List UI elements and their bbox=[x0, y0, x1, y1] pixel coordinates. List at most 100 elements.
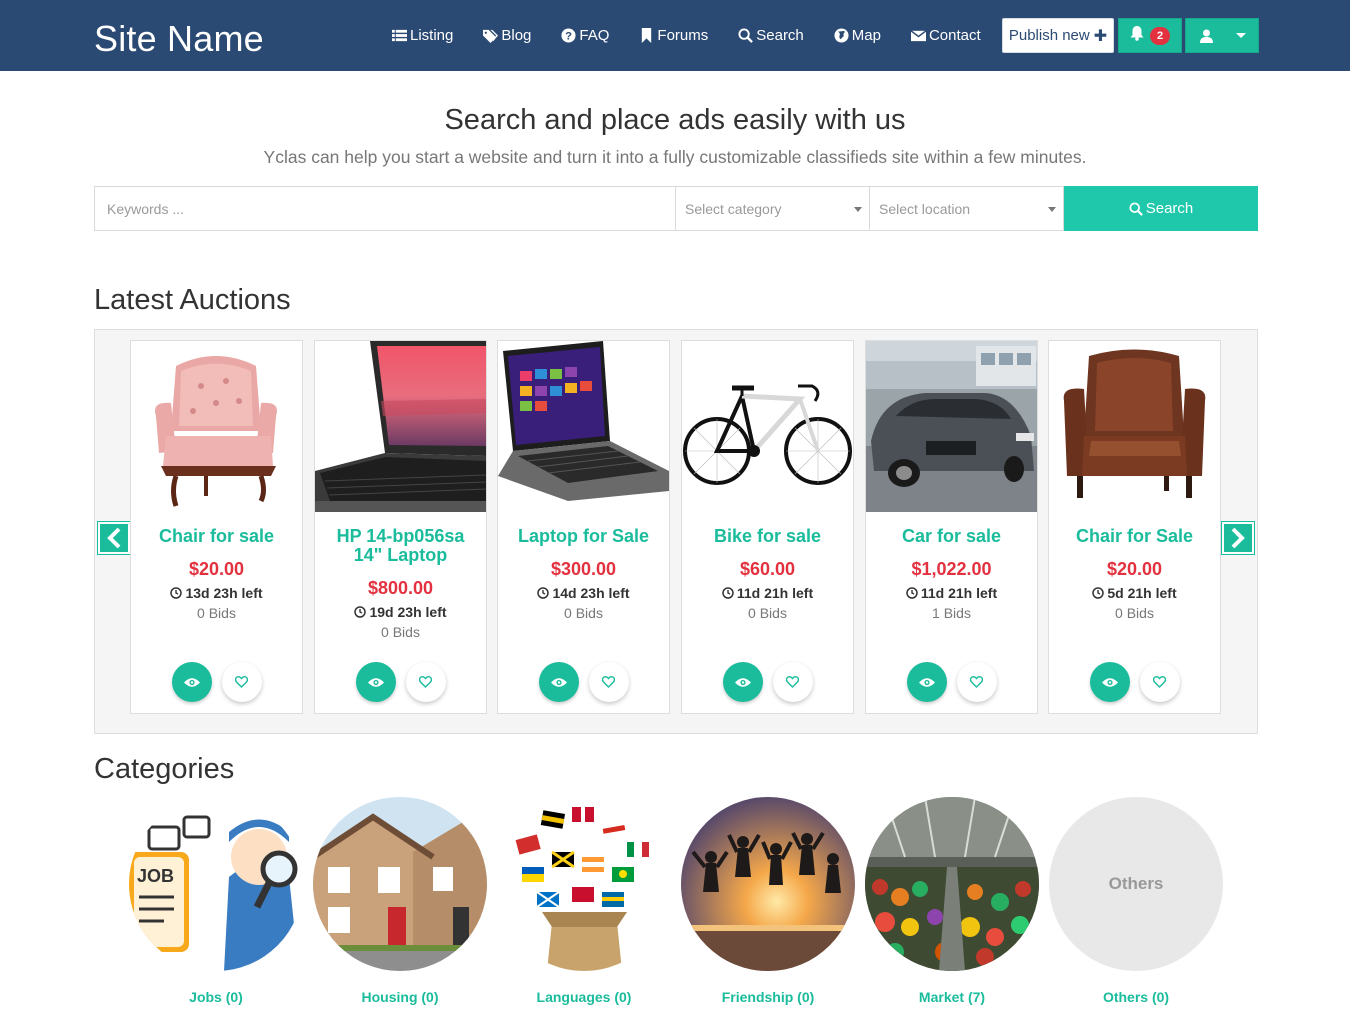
nav-link-listing[interactable]: Listing bbox=[392, 25, 453, 45]
chevron-right-icon bbox=[1229, 527, 1247, 549]
carousel-prev-button[interactable] bbox=[97, 521, 131, 555]
publish-label: Publish new bbox=[1008, 27, 1090, 44]
bids-count: 0 Bids bbox=[1115, 605, 1154, 621]
nav-link-blog[interactable]: Blog bbox=[483, 25, 531, 45]
view-button[interactable] bbox=[538, 662, 579, 702]
favorite-button[interactable] bbox=[405, 662, 446, 702]
category-image[interactable]: JOB bbox=[129, 797, 303, 971]
auction-price: $20.00 bbox=[1106, 559, 1163, 579]
search-button[interactable]: Search bbox=[1064, 186, 1258, 231]
auction-title[interactable]: Bike for sale bbox=[682, 527, 853, 546]
favorite-button[interactable] bbox=[956, 662, 997, 702]
user-icon bbox=[1186, 29, 1226, 43]
favorite-button[interactable] bbox=[221, 662, 262, 702]
nav-link-faq[interactable]: ? FAQ bbox=[561, 25, 609, 45]
auction-card: Bike for sale $60.00 11d 21h left 0 Bids bbox=[681, 340, 854, 714]
chevron-left-icon bbox=[105, 527, 123, 549]
category-languages[interactable]: Languages (0) bbox=[497, 797, 671, 1005]
time-left: 19d 23h left bbox=[315, 604, 486, 620]
category-image[interactable] bbox=[865, 797, 1039, 971]
user-menu-button[interactable] bbox=[1185, 18, 1259, 53]
category-label[interactable]: Market (7) bbox=[865, 989, 1039, 1005]
auction-image[interactable] bbox=[1049, 341, 1220, 512]
nav-link-forums[interactable]: Forums bbox=[639, 25, 708, 45]
envelope-icon bbox=[910, 28, 926, 43]
category-image[interactable] bbox=[497, 797, 671, 971]
clock-icon bbox=[1092, 587, 1105, 599]
auction-title[interactable]: Chair for Sale bbox=[1049, 527, 1220, 546]
auction-image[interactable] bbox=[315, 341, 486, 512]
view-button[interactable] bbox=[906, 662, 947, 702]
auction-image[interactable] bbox=[131, 341, 302, 512]
keywords-input[interactable]: Keywords ... bbox=[94, 186, 676, 231]
site-brand[interactable]: Site Name bbox=[94, 18, 264, 60]
category-placeholder-image[interactable]: Others bbox=[1049, 797, 1223, 971]
bookmark-icon bbox=[639, 27, 654, 43]
view-button[interactable] bbox=[722, 662, 763, 702]
heart-icon bbox=[419, 676, 432, 688]
clock-icon bbox=[906, 587, 918, 599]
card-actions bbox=[315, 662, 486, 702]
category-market[interactable]: Market (7) bbox=[865, 797, 1039, 1005]
card-actions bbox=[682, 662, 853, 702]
auction-card: Laptop for Sale $300.00 14d 23h left 0 B… bbox=[497, 340, 670, 714]
location-select[interactable]: Select location bbox=[870, 186, 1064, 231]
favorite-button[interactable] bbox=[588, 662, 629, 702]
eye-icon bbox=[367, 677, 384, 688]
heart-icon bbox=[970, 676, 983, 688]
placeholder-text: Others bbox=[1108, 874, 1164, 893]
auction-image[interactable] bbox=[498, 341, 669, 512]
favorite-button[interactable] bbox=[772, 662, 813, 702]
auction-price: $20.00 bbox=[188, 559, 245, 579]
clock-icon bbox=[170, 587, 183, 599]
auction-price: $800.00 bbox=[367, 578, 434, 598]
category-friendship[interactable]: Friendship (0) bbox=[681, 797, 855, 1005]
heart-icon bbox=[786, 676, 799, 688]
search-button-label: Search bbox=[1145, 200, 1194, 217]
card-actions bbox=[1049, 662, 1220, 702]
auction-image[interactable] bbox=[866, 341, 1037, 512]
search-icon bbox=[1129, 201, 1143, 216]
nav-link-search[interactable]: Search bbox=[738, 25, 804, 45]
publish-new-button[interactable]: Publish new ✚ bbox=[1002, 18, 1114, 53]
plus-icon: ✚ bbox=[1093, 27, 1108, 45]
bids-count: 0 Bids bbox=[748, 605, 787, 621]
view-button[interactable] bbox=[355, 662, 396, 702]
time-left: 5d 21h left bbox=[1049, 585, 1220, 601]
bids-count: 0 Bids bbox=[564, 605, 603, 621]
auction-title[interactable]: HP 14-bp056sa 14" Laptop bbox=[315, 527, 486, 565]
category-image[interactable] bbox=[681, 797, 855, 971]
notifications-button[interactable]: 2 bbox=[1118, 18, 1182, 53]
category-label[interactable]: Languages (0) bbox=[497, 989, 671, 1005]
auction-title[interactable]: Laptop for Sale bbox=[498, 527, 669, 546]
category-select[interactable]: Select category bbox=[676, 186, 870, 231]
category-housing[interactable]: Housing (0) bbox=[313, 797, 487, 1005]
view-button[interactable] bbox=[171, 662, 212, 702]
category-label[interactable]: Friendship (0) bbox=[681, 989, 855, 1005]
caret-down-icon bbox=[854, 207, 862, 212]
auction-card: Car for sale $1,022.00 11d 21h left 1 Bi… bbox=[865, 340, 1038, 714]
time-left-text: 5d 21h left bbox=[1107, 585, 1177, 601]
categories-heading: Categories bbox=[94, 753, 235, 785]
time-left-text: 14d 23h left bbox=[552, 585, 630, 601]
category-others[interactable]: Others Others (0) bbox=[1049, 797, 1223, 1005]
globe-icon bbox=[834, 27, 849, 43]
nav-link-map[interactable]: Map bbox=[834, 25, 881, 45]
category-label[interactable]: Others (0) bbox=[1049, 989, 1223, 1005]
auction-title[interactable]: Chair for sale bbox=[131, 527, 302, 546]
time-left: 14d 23h left bbox=[498, 585, 669, 601]
category-image[interactable] bbox=[313, 797, 487, 971]
carousel-next-button[interactable] bbox=[1221, 521, 1255, 555]
heart-icon bbox=[602, 676, 615, 688]
nav-link-contact[interactable]: Contact bbox=[910, 25, 981, 45]
category-label[interactable]: Housing (0) bbox=[313, 989, 487, 1005]
category-jobs[interactable]: JOB Jobs (0) bbox=[129, 797, 303, 1005]
view-button[interactable] bbox=[1089, 662, 1130, 702]
bell-icon bbox=[1130, 25, 1144, 46]
auction-image[interactable] bbox=[682, 341, 853, 512]
eye-icon bbox=[918, 677, 935, 688]
favorite-button[interactable] bbox=[1139, 662, 1180, 702]
category-label[interactable]: Jobs (0) bbox=[129, 989, 303, 1005]
auction-title[interactable]: Car for sale bbox=[866, 527, 1037, 546]
time-left-text: 13d 23h left bbox=[185, 585, 263, 601]
